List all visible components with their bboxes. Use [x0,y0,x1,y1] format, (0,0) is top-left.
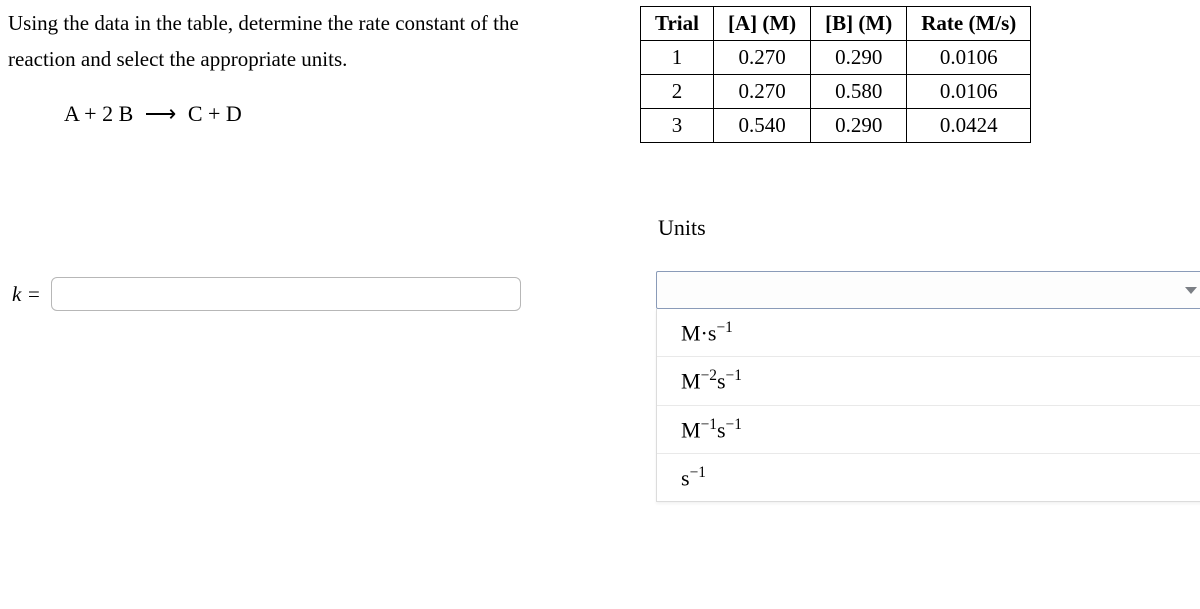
units-option-1[interactable]: M−2s−1 [657,356,1200,404]
units-option-3[interactable]: s−1 [657,453,1200,501]
cell-rate: 0.0424 [907,109,1031,143]
cell-b: 0.290 [811,41,907,75]
prompt-line-2: reaction and select the appropriate unit… [8,47,347,71]
col-header-trial: Trial [641,7,714,41]
col-header-b: [B] (M) [811,7,907,41]
col-header-rate: Rate (M/s) [907,7,1031,41]
prompt-line-1: Using the data in the table, determine t… [8,11,519,35]
table-row: 2 0.270 0.580 0.0106 [641,75,1031,109]
cell-rate: 0.0106 [907,75,1031,109]
units-label: Units [658,215,1200,241]
cell-b: 0.290 [811,109,907,143]
equation-rhs: C + D [188,101,242,126]
cell-a: 0.270 [713,41,810,75]
chevron-down-icon [1185,287,1197,294]
cell-a: 0.540 [713,109,810,143]
cell-a: 0.270 [713,75,810,109]
table-row: 3 0.540 0.290 0.0424 [641,109,1031,143]
cell-rate: 0.0106 [907,41,1031,75]
cell-b: 0.580 [811,75,907,109]
reaction-equation: A + 2 B ⟶ C + D [64,101,608,127]
cell-trial: 1 [641,41,714,75]
units-option-0[interactable]: M·s−1 [657,309,1200,356]
k-value-input[interactable] [51,277,521,311]
arrow-icon: ⟶ [145,101,177,127]
units-dropdown-list: M·s−1 M−2s−1 M−1s−1 s−1 [656,309,1200,502]
data-table: Trial [A] (M) [B] (M) Rate (M/s) 1 0.270… [640,6,1031,143]
units-option-2[interactable]: M−1s−1 [657,405,1200,453]
cell-trial: 3 [641,109,714,143]
units-dropdown[interactable] [656,271,1200,309]
cell-trial: 2 [641,75,714,109]
table-row: 1 0.270 0.290 0.0106 [641,41,1031,75]
equation-lhs: A + 2 B [64,101,133,126]
col-header-a: [A] (M) [713,7,810,41]
question-prompt: Using the data in the table, determine t… [8,6,608,77]
k-label: k = [8,282,41,307]
